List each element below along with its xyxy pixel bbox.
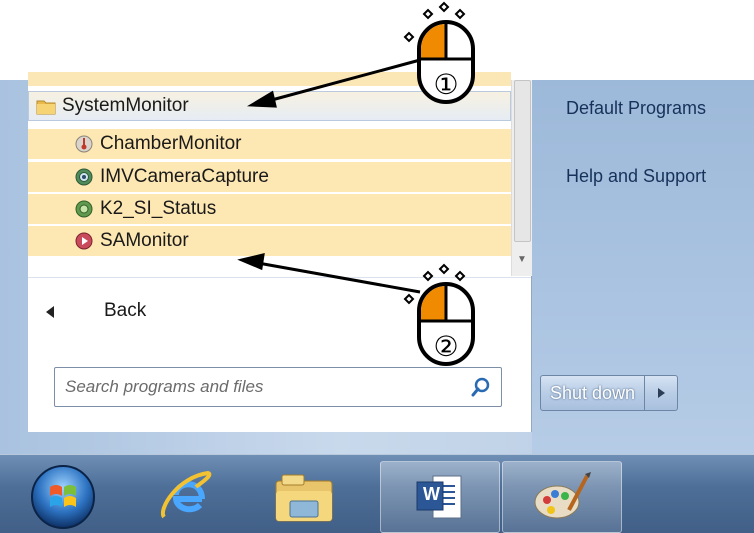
search-box[interactable] (54, 367, 502, 407)
thermometer-icon (75, 135, 93, 153)
default-programs-link[interactable]: Default Programs (566, 98, 706, 119)
help-and-support-link[interactable]: Help and Support (566, 166, 706, 187)
search-input[interactable] (65, 376, 445, 398)
shutdown-options-button[interactable] (644, 376, 677, 410)
camera-app-icon (75, 168, 93, 186)
right-pane: Default Programs Help and Support Shut d… (532, 80, 754, 454)
program-label: SAMonitor (100, 230, 189, 251)
folder-label: SystemMonitor (62, 95, 189, 116)
scrollbar[interactable]: ▼ (511, 80, 532, 276)
back-arrow-icon (46, 306, 54, 318)
scroll-thumb[interactable] (514, 80, 531, 242)
program-list: SystemMonitor ChamberMonitor IMVCameraCa… (28, 72, 511, 276)
program-samonitor[interactable]: SAMonitor (28, 226, 511, 256)
folder-systemmonitor[interactable]: SystemMonitor (28, 91, 511, 121)
back-button[interactable]: Back (28, 277, 531, 348)
chevron-right-icon (657, 388, 665, 398)
program-label: ChamberMonitor (100, 133, 242, 154)
play-app-icon (75, 232, 93, 250)
start-orb-icon[interactable] (26, 461, 100, 531)
program-k2-si-status[interactable]: K2_SI_Status (28, 194, 511, 224)
word-letter: W (423, 484, 440, 504)
shutdown-button[interactable]: Shut down (540, 375, 678, 411)
list-item[interactable] (28, 72, 511, 86)
search-icon[interactable] (469, 375, 493, 399)
paint-icon (534, 472, 591, 519)
taskbar-paint-button[interactable] (502, 461, 622, 533)
internet-explorer-icon[interactable] (158, 465, 214, 525)
program-chambermonitor[interactable]: ChamberMonitor (28, 129, 511, 159)
programs-pane: SystemMonitor ChamberMonitor IMVCameraCa… (28, 72, 532, 432)
back-label: Back (104, 300, 147, 321)
program-label: K2_SI_Status (100, 198, 217, 219)
scroll-down-arrow-icon[interactable]: ▼ (514, 252, 530, 268)
start-menu: SystemMonitor ChamberMonitor IMVCameraCa… (0, 72, 754, 454)
program-label: IMVCameraCapture (100, 166, 269, 187)
folder-icon (36, 100, 56, 115)
taskbar: W (0, 454, 754, 533)
taskbar-word-button[interactable]: W (380, 461, 500, 533)
gear-app-icon (75, 200, 93, 218)
file-explorer-icon[interactable] (272, 467, 336, 525)
shutdown-label: Shut down (549, 382, 636, 403)
program-imvcameracapture[interactable]: IMVCameraCapture (28, 162, 511, 192)
